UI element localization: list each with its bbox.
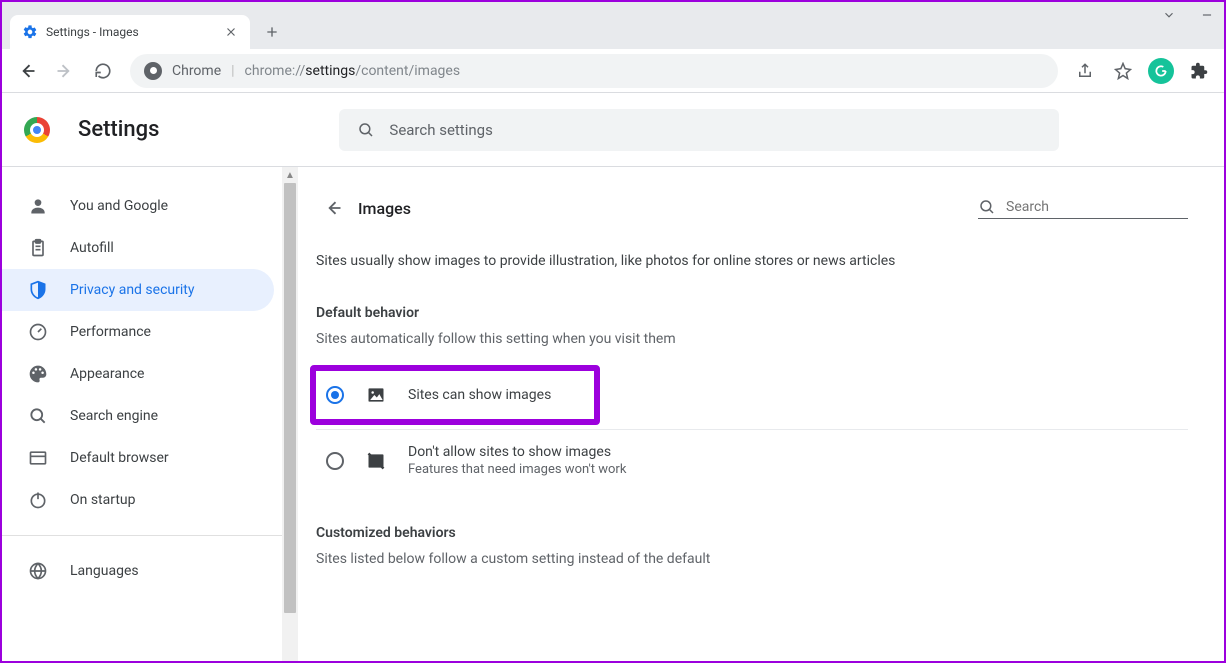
- share-icon[interactable]: [1068, 54, 1102, 88]
- new-tab-button[interactable]: [258, 18, 286, 46]
- page-description: Sites usually show images to provide ill…: [316, 253, 1188, 269]
- settings-search-placeholder: Search settings: [389, 121, 492, 139]
- page-back-button[interactable]: [316, 191, 350, 225]
- browser-tab[interactable]: Settings - Images: [10, 15, 250, 49]
- clipboard-icon: [28, 238, 48, 258]
- gear-icon: [22, 24, 38, 40]
- sidebar-item-search-engine[interactable]: Search engine: [2, 395, 274, 437]
- default-behavior-subtext: Sites automatically follow this setting …: [316, 331, 1188, 347]
- reload-button[interactable]: [86, 54, 120, 88]
- option-sublabel: Features that need images won't work: [408, 462, 626, 477]
- window-controls: [1162, 8, 1214, 22]
- sidebar-item-label: Languages: [70, 563, 139, 579]
- bookmark-icon[interactable]: [1106, 54, 1140, 88]
- chrome-page-icon: [144, 62, 162, 80]
- sidebar-item-label: You and Google: [70, 198, 168, 214]
- browser-toolbar: Chrome | chrome://settings/content/image…: [2, 49, 1224, 93]
- page-title: Images: [358, 199, 411, 218]
- settings-search-field[interactable]: Search settings: [339, 109, 1059, 151]
- image-icon: [366, 385, 386, 405]
- option-allow-images[interactable]: Sites can show images: [316, 371, 594, 419]
- caret-down-icon[interactable]: [1162, 8, 1176, 22]
- back-button[interactable]: [10, 54, 44, 88]
- omnibox-label: Chrome: [172, 63, 221, 79]
- sidebar-item-label: Appearance: [70, 366, 144, 382]
- shield-icon: [28, 280, 48, 300]
- globe-icon: [28, 561, 48, 581]
- radio-unchecked-icon[interactable]: [326, 452, 344, 470]
- option-block-images[interactable]: Don't allow sites to show images Feature…: [316, 429, 1188, 491]
- search-icon: [978, 198, 996, 216]
- default-behavior-heading: Default behavior: [316, 305, 1188, 321]
- close-tab-icon[interactable]: [224, 25, 238, 39]
- tab-title: Settings - Images: [46, 25, 139, 39]
- settings-content: Images Sites usually show images to prov…: [298, 167, 1224, 661]
- sidebar-item-label: Autofill: [70, 240, 114, 256]
- address-bar[interactable]: Chrome | chrome://settings/content/image…: [130, 54, 1058, 88]
- sidebar-item-performance[interactable]: Performance: [2, 311, 274, 353]
- search-icon: [28, 406, 48, 426]
- sidebar-item-label: Privacy and security: [70, 282, 194, 298]
- settings-header: Settings Search settings: [2, 93, 1224, 167]
- person-icon: [28, 196, 48, 216]
- settings-app-title: Settings: [78, 117, 159, 142]
- highlight-annotation: Sites can show images: [310, 365, 600, 425]
- browser-tab-strip: Settings - Images: [2, 2, 1224, 49]
- radio-checked-icon[interactable]: [326, 386, 344, 404]
- minimize-icon[interactable]: [1200, 8, 1214, 22]
- grammarly-extension-icon[interactable]: [1144, 54, 1178, 88]
- sidebar-scrollbar[interactable]: ▲: [282, 167, 298, 661]
- sidebar-divider: [2, 535, 282, 536]
- sidebar-item-on-startup[interactable]: On startup: [2, 479, 274, 521]
- image-blocked-icon: [366, 451, 386, 471]
- sidebar-item-languages[interactable]: Languages: [2, 550, 274, 592]
- sidebar-item-label: On startup: [70, 492, 136, 508]
- sidebar-item-privacy-security[interactable]: Privacy and security: [2, 269, 274, 311]
- omnibox-url: chrome://settings/content/images: [245, 63, 461, 79]
- palette-icon: [28, 364, 48, 384]
- option-label: Don't allow sites to show images: [408, 444, 626, 460]
- sidebar-item-default-browser[interactable]: Default browser: [2, 437, 274, 479]
- scroll-up-arrow-icon[interactable]: ▲: [282, 167, 298, 183]
- customized-behaviors-subtext: Sites listed below follow a custom setti…: [316, 551, 1188, 567]
- speedometer-icon: [28, 322, 48, 342]
- customized-behaviors-heading: Customized behaviors: [316, 525, 1188, 541]
- sidebar-item-label: Performance: [70, 324, 151, 340]
- power-icon: [28, 490, 48, 510]
- settings-sidebar: You and Google Autofill Privacy and secu…: [2, 167, 278, 592]
- chrome-logo-icon: [24, 117, 50, 143]
- window-icon: [28, 448, 48, 468]
- sidebar-item-you-and-google[interactable]: You and Google: [2, 185, 274, 227]
- extensions-icon[interactable]: [1182, 54, 1216, 88]
- sidebar-item-label: Search engine: [70, 408, 158, 424]
- option-label: Sites can show images: [408, 387, 551, 403]
- page-search-field[interactable]: [978, 198, 1188, 219]
- scrollbar-thumb[interactable]: [284, 183, 296, 613]
- sidebar-item-label: Default browser: [70, 450, 169, 466]
- sidebar-item-appearance[interactable]: Appearance: [2, 353, 274, 395]
- sidebar-item-autofill[interactable]: Autofill: [2, 227, 274, 269]
- search-icon: [357, 121, 375, 139]
- forward-button[interactable]: [48, 54, 82, 88]
- page-search-input[interactable]: [1006, 199, 1166, 215]
